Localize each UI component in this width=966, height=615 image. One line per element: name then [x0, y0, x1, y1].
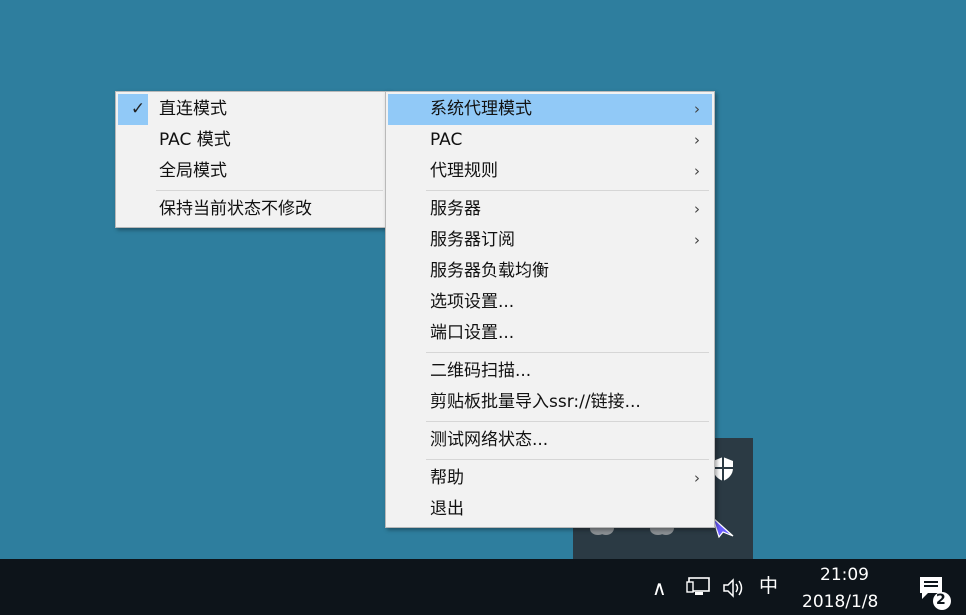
menu-item-network-test[interactable]: 测试网络状态... — [388, 425, 712, 456]
chevron-right-icon: › — [694, 231, 700, 249]
menu-item-label: 保持当前状态不修改 — [159, 199, 312, 219]
menu-item-label: 服务器订阅 — [430, 230, 515, 250]
menu-item-exit[interactable]: 退出 — [388, 494, 712, 525]
menu-item-pac-mode[interactable]: PAC 模式 — [118, 125, 386, 156]
menu-item-system-proxy-mode[interactable]: 系统代理模式 › — [388, 94, 712, 125]
show-hidden-icons-chevron-icon[interactable]: ∧ — [652, 578, 667, 598]
chevron-right-icon: › — [694, 200, 700, 218]
menu-item-label: PAC — [430, 130, 463, 150]
menu-item-server-subscription[interactable]: 服务器订阅 › — [388, 225, 712, 256]
chevron-right-icon: › — [694, 469, 700, 487]
menu-item-label: 服务器负载均衡 — [430, 261, 549, 281]
menu-separator — [156, 190, 383, 191]
menu-item-label: 全局模式 — [159, 161, 227, 181]
menu-item-direct-mode[interactable]: ✓ 直连模式 — [118, 94, 386, 125]
menu-item-proxy-rules[interactable]: 代理规则 › — [388, 156, 712, 187]
context-menu: 系统代理模式 › PAC › 代理规则 › 服务器 › 服务器订阅 › 服务器负… — [385, 91, 715, 528]
chevron-right-icon: › — [694, 162, 700, 180]
check-icon: ✓ — [130, 99, 146, 119]
menu-item-label: PAC 模式 — [159, 130, 231, 150]
menu-item-load-balancing[interactable]: 服务器负载均衡 — [388, 256, 712, 287]
menu-item-help[interactable]: 帮助 › — [388, 463, 712, 494]
chevron-right-icon: › — [694, 131, 700, 149]
menu-item-label: 退出 — [430, 499, 464, 519]
menu-item-pac[interactable]: PAC › — [388, 125, 712, 156]
chevron-right-icon: › — [694, 100, 700, 118]
menu-item-keep-current-state[interactable]: 保持当前状态不修改 — [118, 194, 386, 225]
menu-item-label: 端口设置... — [430, 323, 515, 343]
menu-separator — [426, 459, 709, 460]
menu-separator — [426, 421, 709, 422]
menu-item-label: 代理规则 — [430, 161, 498, 181]
proxy-mode-submenu: ✓ 直连模式 PAC 模式 全局模式 保持当前状态不修改 — [115, 91, 389, 228]
taskbar: ∧ 中 21:09 2018/1/8 2 — [0, 559, 966, 615]
clock-time[interactable]: 21:09 — [820, 567, 869, 584]
ime-indicator[interactable]: 中 — [759, 577, 778, 596]
menu-separator — [426, 352, 709, 353]
clock-date[interactable]: 2018/1/8 — [802, 594, 878, 611]
menu-item-global-mode[interactable]: 全局模式 — [118, 156, 386, 187]
menu-item-qr-scan[interactable]: 二维码扫描... — [388, 356, 712, 387]
menu-separator — [426, 190, 709, 191]
menu-item-label: 二维码扫描... — [430, 361, 532, 381]
menu-item-options[interactable]: 选项设置... — [388, 287, 712, 318]
network-icon[interactable] — [686, 576, 712, 602]
menu-item-label: 系统代理模式 — [430, 99, 532, 119]
notification-badge: 2 — [936, 592, 946, 608]
menu-item-label: 剪贴板批量导入ssr://链接... — [430, 392, 641, 412]
menu-item-clipboard-import[interactable]: 剪贴板批量导入ssr://链接... — [388, 387, 712, 418]
menu-item-label: 选项设置... — [430, 292, 515, 312]
menu-item-servers[interactable]: 服务器 › — [388, 194, 712, 225]
menu-item-label: 服务器 — [430, 199, 481, 219]
menu-item-port-settings[interactable]: 端口设置... — [388, 318, 712, 349]
menu-item-label: 测试网络状态... — [430, 430, 549, 450]
menu-item-label: 直连模式 — [159, 99, 227, 119]
menu-item-label: 帮助 — [430, 468, 464, 488]
volume-icon[interactable] — [722, 577, 748, 603]
